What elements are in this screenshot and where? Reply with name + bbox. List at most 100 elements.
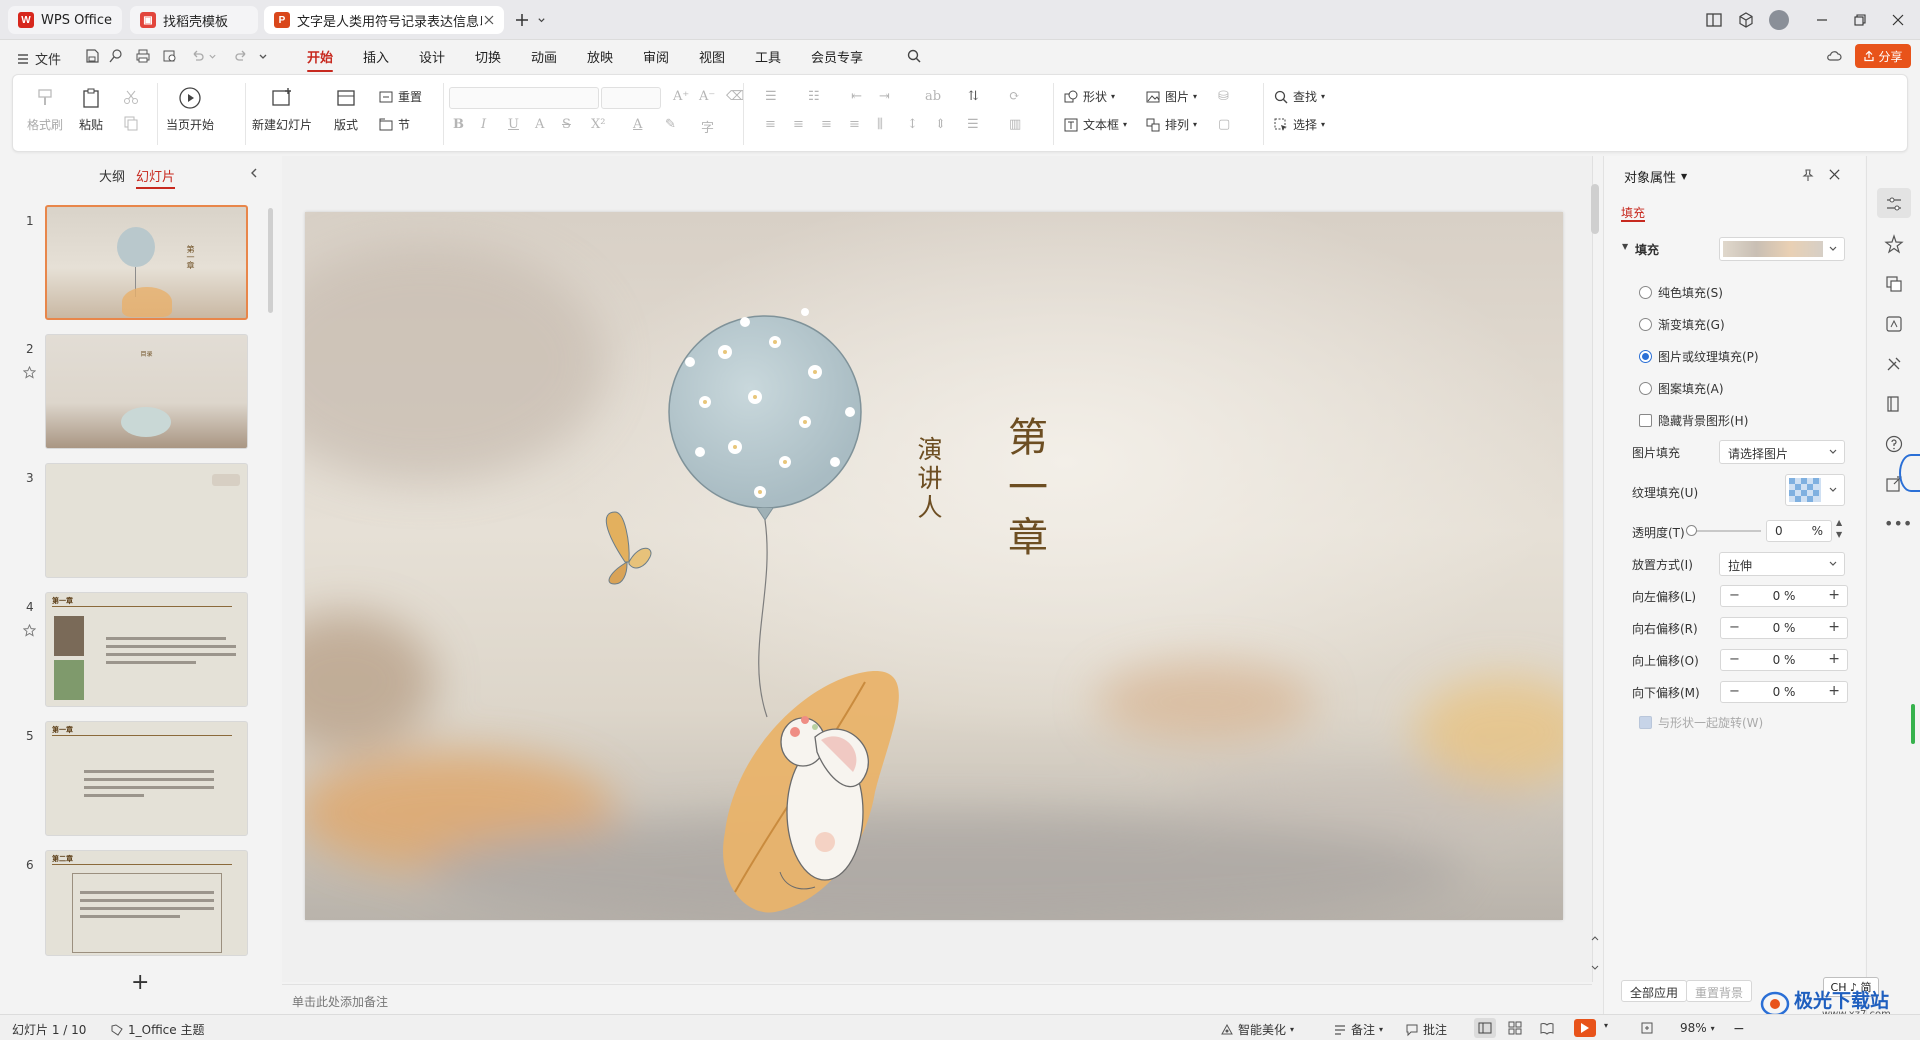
transparency-slider-handle[interactable] <box>1686 525 1697 536</box>
justify-icon[interactable]: ≡ <box>849 117 860 132</box>
textbox-button[interactable]: 文本框 ▾ <box>1063 116 1127 133</box>
bold-icon[interactable]: B <box>453 117 464 132</box>
slide-speaker[interactable]: 演讲人 <box>910 436 946 523</box>
shadow-icon[interactable]: A <box>535 117 544 132</box>
reset-background-button[interactable]: 重置背景 <box>1686 980 1753 1002</box>
rotate-with-shape-checkbox[interactable] <box>1639 716 1652 729</box>
menu-insert[interactable]: 插入 <box>363 47 389 66</box>
font-color-icon[interactable]: A <box>633 117 642 132</box>
zoom-out-button[interactable]: − <box>1733 1021 1745 1037</box>
increment-icon[interactable]: + <box>1828 683 1840 699</box>
cut-icon[interactable] <box>123 89 139 105</box>
new-slide-button[interactable]: 新建幻灯片 <box>252 85 312 133</box>
fill-icon[interactable]: ⛁ <box>1218 89 1229 104</box>
copy-icon[interactable] <box>123 115 139 131</box>
chevron-down-icon[interactable]: ▾ <box>1604 1021 1608 1030</box>
select-button[interactable]: 选择 ▾ <box>1273 116 1325 133</box>
find-button[interactable]: 查找 ▾ <box>1273 88 1325 105</box>
add-slide-button[interactable]: + <box>131 970 149 995</box>
increment-icon[interactable]: + <box>1828 651 1840 667</box>
pin-icon[interactable] <box>1801 168 1815 182</box>
fill-preview-select[interactable] <box>1719 237 1845 261</box>
file-menu[interactable]: 文件 <box>16 49 61 68</box>
layout-icon[interactable] <box>1705 11 1723 29</box>
undo-icon[interactable] <box>190 48 206 64</box>
fit-window-icon[interactable] <box>1640 1021 1654 1035</box>
tools-icon[interactable] <box>1884 354 1904 374</box>
zoom-level[interactable]: 98% ▾ <box>1680 1021 1715 1035</box>
reset-button[interactable]: 重置 <box>378 88 422 105</box>
convert-smartart-icon[interactable]: ⟳ <box>1009 89 1020 104</box>
apply-all-button[interactable]: 全部应用 <box>1621 980 1688 1002</box>
canvas-scrollbar[interactable] <box>1591 184 1599 234</box>
transparency-input[interactable]: 0 % <box>1766 520 1832 542</box>
panel-header[interactable]: 对象属性 ▼ <box>1624 167 1687 186</box>
underline-icon[interactable]: U <box>508 117 519 132</box>
offset-right-stepper[interactable]: −0 % + <box>1720 617 1848 639</box>
increment-icon[interactable]: + <box>1828 587 1840 603</box>
tab-outline[interactable]: 大纲 <box>99 166 125 185</box>
offset-bottom-stepper[interactable]: −0 % + <box>1720 681 1848 703</box>
gradient-fill-radio[interactable] <box>1639 318 1652 331</box>
placement-select[interactable]: 拉伸 <box>1719 552 1845 576</box>
theme-indicator[interactable]: 1_Office 主题 <box>110 1021 204 1038</box>
tab-slides[interactable]: 幻灯片 <box>136 166 176 189</box>
picture-fill-select[interactable]: 请选择图片 <box>1719 440 1845 464</box>
menu-member[interactable]: 会员专享 <box>811 47 863 66</box>
line-spacing-icon[interactable]: ⇕ <box>935 117 946 132</box>
hide-background-checkbox[interactable] <box>1639 414 1652 427</box>
avatar[interactable] <box>1769 10 1789 30</box>
play-from-current-button[interactable]: 当页开始 <box>166 85 214 133</box>
paragraph-spacing-icon[interactable]: ☰ <box>967 117 979 132</box>
close-window-icon[interactable] <box>1888 10 1908 30</box>
slideshow-button[interactable] <box>1574 1019 1596 1037</box>
distribute-icon[interactable]: ⫼ <box>877 117 883 132</box>
italic-icon[interactable]: I <box>481 117 486 132</box>
more-chevron-icon[interactable] <box>258 48 268 64</box>
help-icon[interactable] <box>1884 434 1904 454</box>
tab-docer-templates[interactable]: ▣ 找稻壳模板 <box>130 6 258 34</box>
slide-thumbnail-5[interactable]: 第一章 <box>45 721 248 836</box>
save-icon[interactable] <box>84 48 100 64</box>
spin-up-icon[interactable]: ▲ <box>1836 518 1842 527</box>
bullet-list-icon[interactable]: ☰ <box>765 89 777 104</box>
transparency-slider-track[interactable] <box>1689 530 1761 532</box>
picture-texture-fill-radio[interactable] <box>1639 350 1652 363</box>
font-size-select[interactable] <box>601 87 661 109</box>
collapse-triangle-icon[interactable]: ▼ <box>1622 242 1628 251</box>
collapse-panel-icon[interactable] <box>248 167 260 179</box>
section-button[interactable]: 节 <box>378 116 410 133</box>
more-icon[interactable]: ••• <box>1884 514 1912 533</box>
pattern-fill-radio[interactable] <box>1639 382 1652 395</box>
restore-icon[interactable] <box>1850 10 1870 30</box>
assistant-bubble-icon[interactable] <box>1899 454 1920 492</box>
increment-icon[interactable]: + <box>1828 619 1840 635</box>
increase-indent-icon[interactable]: ⇥ <box>879 89 890 104</box>
redo-icon[interactable] <box>233 48 249 64</box>
menu-tools[interactable]: 工具 <box>755 47 781 66</box>
properties-icon[interactable] <box>1884 194 1904 214</box>
picture-button[interactable]: 图片 ▾ <box>1145 88 1197 105</box>
align-center-icon[interactable]: ≡ <box>793 117 804 132</box>
comments-toggle[interactable]: 批注 <box>1405 1021 1447 1038</box>
grow-font-icon[interactable]: A⁺ <box>673 89 689 104</box>
numbered-list-icon[interactable]: ☷ <box>808 89 820 104</box>
animation-icon[interactable] <box>1884 314 1904 334</box>
layout-button[interactable]: 版式 <box>333 85 359 133</box>
menu-slideshow[interactable]: 放映 <box>587 47 613 66</box>
menu-design[interactable]: 设计 <box>419 47 445 66</box>
slide-thumbnail-6[interactable]: 第二章 <box>45 850 248 956</box>
cloud-sync-icon[interactable] <box>1826 48 1842 64</box>
close-icon[interactable] <box>1828 168 1841 181</box>
cube-icon[interactable] <box>1737 11 1755 29</box>
shape-button[interactable]: 形状 ▾ <box>1063 88 1115 105</box>
scroll-down-icon[interactable] <box>1590 962 1600 972</box>
menu-home[interactable]: 开始 <box>307 47 334 72</box>
text-direction-icon[interactable]: ab <box>925 89 941 104</box>
new-tab-icon[interactable] <box>514 12 530 28</box>
clear-format-icon[interactable]: ⌫ <box>726 89 744 104</box>
tab-current-presentation[interactable]: P 文字是人类用符号记录表达信息以 <box>264 6 504 34</box>
panel-scrollbar[interactable] <box>268 208 273 313</box>
slide-thumbnail-3[interactable] <box>45 463 248 578</box>
star-icon[interactable] <box>1884 234 1904 254</box>
